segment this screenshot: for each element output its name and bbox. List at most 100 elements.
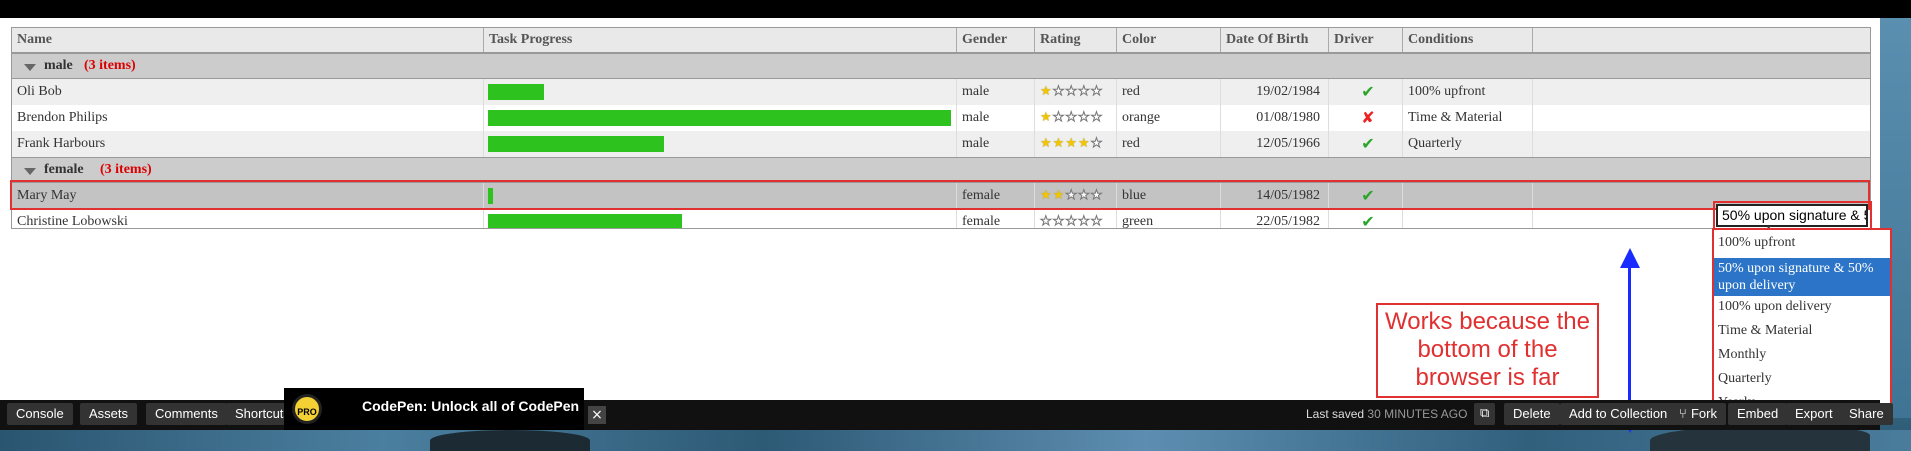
cell-conditions[interactable] [1403,183,1533,209]
table-row[interactable]: Christine Lobowski female ★★★★★ green 22/05/… [12,209,1870,229]
last-saved-status: Last saved 30 MINUTES AGO [1306,407,1467,421]
cell-driver[interactable]: ✔ [1329,79,1403,105]
cell-gender[interactable]: female [957,183,1035,209]
cell-name[interactable]: Frank Harbours [12,131,484,157]
cell-conditions[interactable]: Time & Material [1403,105,1533,131]
cell-rating[interactable]: ★★★★★ [1035,105,1117,131]
assets-button[interactable]: Assets [80,403,138,425]
column-header-gender[interactable]: Gender [957,28,1035,52]
cell-conditions[interactable]: Quarterly [1403,131,1533,157]
share-button[interactable]: Share [1840,403,1893,425]
cell-rating[interactable]: ★★★★★ [1035,79,1117,105]
cell-name[interactable]: Oli Bob [12,79,484,105]
cell-progress[interactable] [484,79,957,105]
star-icon: ★ [1040,84,1053,99]
group-toggle-icon[interactable] [24,168,36,175]
cell-name[interactable]: Brendon Philips [12,105,484,131]
progress-bar [488,214,683,228]
column-header-rating[interactable]: Rating [1035,28,1117,52]
progress-bar [488,136,664,152]
delete-button[interactable]: Delete [1504,403,1560,425]
cell-gender[interactable]: male [957,79,1035,105]
fork-button[interactable]: ⑂ Fork [1670,403,1726,425]
table-row[interactable]: Mary May female ★★★★★ blue 14/05/1982 ✔ [12,183,1870,209]
star-icon: ★ [1077,136,1091,151]
embed-button[interactable]: Embed [1728,403,1788,425]
group-header-female[interactable]: female (3 items) [12,157,1870,183]
star-icon: ★ [1040,136,1053,151]
cell-color[interactable]: red [1117,131,1221,157]
dropdown-option[interactable]: 50% upon signature & 50% upon delivery [1714,258,1890,296]
cell-driver[interactable]: ✔ [1329,209,1403,228]
dropdown-option[interactable]: Monthly [1714,346,1890,363]
table-row[interactable]: Frank Harbours male ★★★★★ red 12/05/1966 ✔ Qua… [12,131,1870,157]
star-icon: ★ [1052,188,1066,203]
button-label: Share [1849,406,1884,421]
cell-driver[interactable]: ✔ [1329,183,1403,209]
cell-progress[interactable] [484,209,957,228]
dropdown-option[interactable]: Time & Material [1714,322,1890,339]
add-to-collection-button[interactable]: Add to Collection [1560,403,1677,425]
external-link-icon[interactable]: ⧉ [1474,403,1496,425]
cell-gender[interactable]: male [957,105,1035,131]
star-rating[interactable]: ★★★★★ [1040,214,1103,229]
group-toggle-icon[interactable] [24,64,36,71]
cell-name[interactable]: Christine Lobowski [12,209,484,228]
star-rating[interactable]: ★★★★★ [1040,84,1103,100]
conditions-dropdown[interactable]: 100% upfront 50% upon signature & 50% upo… [1712,228,1892,418]
button-label: Export [1795,406,1833,421]
column-header-dob[interactable]: Date Of Birth [1221,28,1329,52]
cell-gender[interactable]: male [957,131,1035,157]
star-icon: ★ [1052,214,1066,229]
dropdown-option[interactable]: Quarterly [1714,370,1890,387]
cell-conditions[interactable]: 100% upfront [1403,79,1533,105]
cell-dob[interactable]: 01/08/1980 [1221,105,1329,131]
cell-progress[interactable] [484,183,957,209]
dropdown-option[interactable]: 100% upfront [1714,234,1890,251]
cell-color[interactable]: green [1117,209,1221,228]
column-header-driver[interactable]: Driver [1329,28,1403,52]
cell-rating[interactable]: ★★★★★ [1035,183,1117,209]
console-button[interactable]: Console [7,403,73,425]
star-rating[interactable]: ★★★★★ [1040,188,1103,204]
close-icon[interactable]: × [588,406,606,424]
export-button[interactable]: Export [1786,403,1842,425]
cell-driver[interactable]: ✔ [1329,131,1403,157]
column-header-conditions[interactable]: Conditions [1403,28,1533,52]
arrow-up-icon [1620,248,1640,268]
cell-driver[interactable]: ✘ [1329,105,1403,131]
cell-name[interactable]: Mary May [12,183,484,209]
star-icon: ★ [1077,188,1091,204]
cell-progress[interactable] [484,131,957,157]
star-icon: ★ [1065,136,1078,151]
group-header-male[interactable]: male (3 items) [12,53,1870,79]
cell-color[interactable]: blue [1117,183,1221,209]
column-header-progress[interactable]: Task Progress [484,28,957,52]
star-rating[interactable]: ★★★★★ [1040,110,1103,126]
table-row[interactable]: Brendon Philips male ★★★★★ orange 01/08/1980… [12,105,1870,131]
button-label: Embed [1737,406,1779,421]
cell-progress[interactable] [484,105,957,131]
cell-color[interactable]: orange [1117,105,1221,131]
cell-conditions[interactable] [1403,209,1533,228]
table-row[interactable]: Oli Bob male ★★★★★ red 19/02/1984 ✔ 100% upfro… [12,79,1870,105]
cell-gender[interactable]: female [957,209,1035,228]
cell-rating[interactable]: ★★★★★ [1035,131,1117,157]
star-icon: ★ [1090,214,1104,229]
cell-dob[interactable]: 12/05/1966 [1221,131,1329,157]
column-header-color[interactable]: Color [1117,28,1221,52]
star-icon: ★ [1052,110,1066,126]
cell-dob[interactable]: 22/05/1982 [1221,209,1329,228]
promo-banner[interactable]: PRO CodePen: Unlock all of CodePen [284,388,584,430]
column-header-name[interactable]: Name [12,28,484,52]
star-rating[interactable]: ★★★★★ [1040,136,1103,152]
cell-dob[interactable]: 19/02/1984 [1221,79,1329,105]
cell-rating[interactable]: ★★★★★ [1035,209,1117,229]
cell-color[interactable]: red [1117,79,1221,105]
comments-button[interactable]: Comments [146,403,227,425]
conditions-editor-input[interactable]: 50% upon signature & 50 [1716,204,1868,227]
check-icon: ✔ [1361,134,1375,153]
saved-time: 30 MINUTES AGO [1367,407,1468,421]
dropdown-option[interactable]: 100% upon delivery [1714,298,1890,315]
cell-dob[interactable]: 14/05/1982 [1221,183,1329,209]
